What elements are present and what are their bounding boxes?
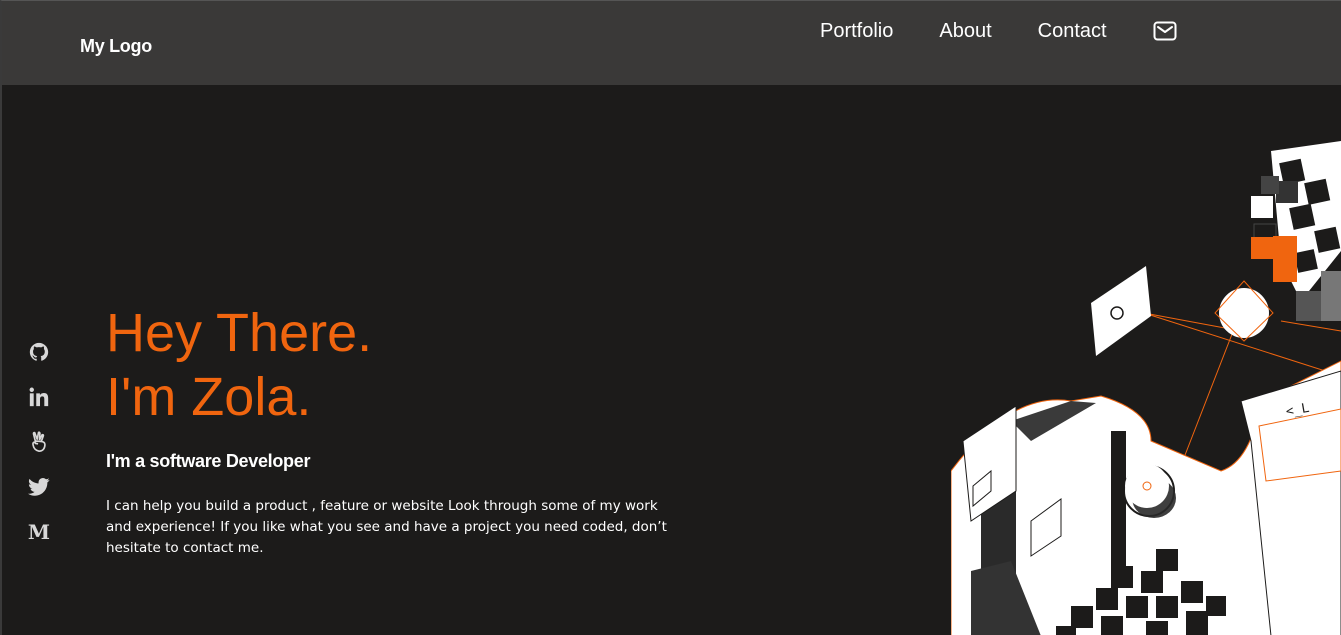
checker-mosaic [1251,141,1341,321]
nav-contact[interactable]: Contact [1038,20,1107,43]
nav-portfolio[interactable]: Portfolio [820,20,893,43]
main-nav: Portfolio About Contact [820,17,1177,45]
hero-title: Hey There. I'm Zola. [106,301,372,429]
hero-illustration: <_L [950,141,1341,635]
mail-icon[interactable] [1153,20,1177,42]
hero-title-line2: I'm Zola. [106,367,312,427]
social-links: M [26,339,52,564]
medium-icon[interactable]: M [26,519,52,545]
page: My Logo Portfolio About Contact M Hey Th… [0,0,1341,635]
angellist-icon[interactable] [26,429,52,455]
floating-card [1091,266,1151,356]
linkedin-icon[interactable] [26,384,52,410]
site-header: My Logo Portfolio About Contact [2,1,1341,85]
medium-glyph: M [27,520,51,544]
twitter-icon[interactable] [26,474,52,500]
hero-subtitle: I'm a software Developer [106,451,311,471]
hero-title-line1: Hey There. [106,303,373,363]
github-icon[interactable] [26,339,52,365]
orb-top [1219,288,1269,338]
logo[interactable]: My Logo [80,36,152,57]
nav-about[interactable]: About [939,20,991,43]
hero-description: I can help you build a product , feature… [106,498,667,556]
